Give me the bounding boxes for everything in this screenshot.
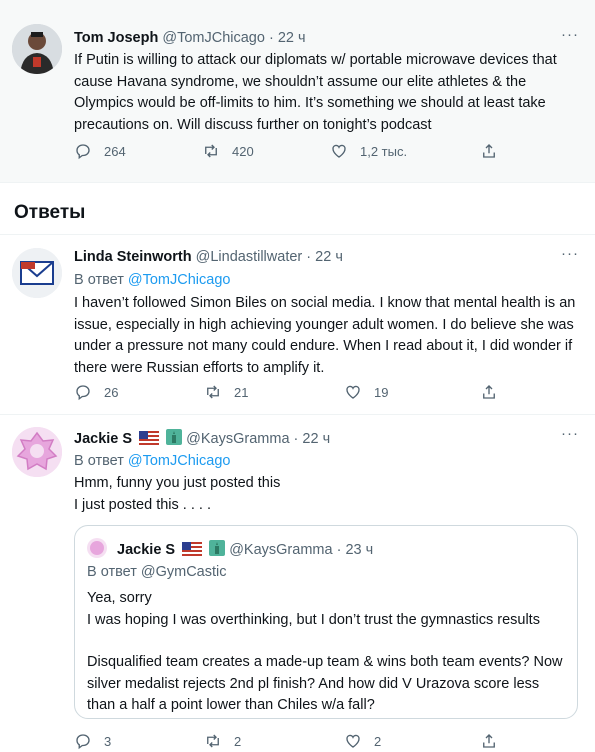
tweet-header: Linda Steinworth @Lindastillwater · 22 ч — [74, 249, 343, 265]
tweet-text: I haven’t followed Simon Biles on social… — [74, 295, 576, 376]
like-icon — [346, 385, 360, 399]
quoted-avatar — [87, 538, 107, 558]
reply-button[interactable]: 264 — [74, 142, 126, 160]
tweet-text: If Putin is willing to attack our diplom… — [74, 52, 557, 133]
quoted-tweet[interactable]: Jackie S @KaysGramma · 23 ч В ответ @Gym… — [74, 525, 578, 719]
us-flag-icon — [139, 431, 160, 445]
tweet-text: Hmm, funny you just posted this I just p… — [74, 473, 584, 516]
reply-button[interactable]: 3 — [74, 732, 111, 750]
reply-context: В ответ @TomJChicago — [74, 272, 230, 288]
tweet-text-line: I just posted this . . . . — [74, 496, 212, 513]
tweet-header: Jackie S @KaysGramma · 22 ч — [74, 429, 330, 447]
reply-prefix: В ответ — [74, 272, 124, 288]
reply-count: 264 — [104, 143, 126, 159]
quoted-text-line: I was hoping I was overthinking, but I d… — [87, 611, 540, 628]
avatar-jackie-s[interactable] — [12, 427, 62, 477]
reply-icon — [76, 144, 90, 160]
like-button[interactable]: 19 — [344, 383, 388, 401]
author-handle[interactable]: @KaysGramma — [186, 431, 289, 447]
reply-tweet[interactable]: Linda Steinworth @Lindastillwater · 22 ч… — [0, 235, 595, 414]
main-tweet[interactable]: Tom Joseph @TomJChicago · 22 ч ··· If Pu… — [0, 0, 595, 182]
separator-dot: · — [293, 431, 299, 447]
quoted-text-line: Disqualified team creates a made-up team… — [87, 654, 563, 713]
reply-tweet[interactable]: Jackie S @KaysGramma · 22 ч ··· В ответ … — [0, 415, 595, 750]
like-button[interactable]: 1,2 тыс. — [330, 142, 407, 160]
quoted-text-line: Yea, sorry — [87, 590, 152, 606]
retweet-icon — [205, 144, 217, 158]
share-button[interactable] — [480, 732, 510, 750]
more-icon[interactable]: ··· — [561, 245, 579, 262]
quoted-tweet-time: 23 ч — [345, 542, 374, 558]
statue-of-liberty-icon — [166, 429, 183, 445]
like-icon — [346, 734, 360, 748]
retweet-button[interactable]: 21 — [204, 383, 248, 401]
more-icon[interactable]: ··· — [561, 26, 579, 43]
more-icon[interactable]: ··· — [561, 425, 579, 442]
like-button[interactable]: 2 — [344, 732, 381, 750]
avatar-linda-steinworth[interactable] — [12, 248, 62, 298]
quoted-tweet-text: Yea, sorry I was hoping I was overthinki… — [87, 588, 567, 717]
reply-icon — [76, 385, 90, 401]
author-name[interactable]: Linda Steinworth — [74, 249, 192, 265]
author-name[interactable]: Tom Joseph — [74, 30, 158, 46]
quoted-author-handle: @KaysGramma — [229, 542, 333, 558]
like-count: 19 — [374, 384, 389, 400]
tweet-actions: 264 420 1,2 тыс. — [74, 142, 574, 162]
reply-count: 26 — [104, 384, 119, 400]
like-count: 2 — [374, 733, 382, 749]
statue-of-liberty-icon — [209, 540, 226, 556]
reply-to-handle[interactable]: @TomJChicago — [128, 272, 231, 288]
tweet-actions: 3 2 2 — [74, 732, 574, 752]
reply-context: В ответ @TomJChicago — [74, 453, 230, 469]
author-name[interactable]: Jackie S — [74, 431, 132, 447]
author-handle[interactable]: @Lindastillwater — [196, 249, 303, 265]
retweet-icon — [207, 385, 219, 399]
quoted-author-name: Jackie S — [117, 542, 176, 558]
reply-icon — [76, 734, 90, 750]
reply-count: 3 — [104, 733, 112, 749]
retweet-icon — [207, 734, 219, 748]
quoted-tweet-header: Jackie S @KaysGramma · 23 ч — [87, 538, 373, 558]
tweet-time[interactable]: 22 ч — [302, 431, 330, 447]
retweet-count: 21 — [234, 384, 249, 400]
share-icon — [483, 385, 495, 399]
reply-prefix: В ответ — [74, 453, 124, 469]
share-icon — [483, 144, 495, 158]
tweet-text-line: Hmm, funny you just posted this — [74, 475, 281, 491]
divider — [0, 182, 595, 183]
share-icon — [483, 734, 495, 748]
retweet-count: 420 — [232, 143, 254, 159]
vote-by-mail-icon — [12, 248, 62, 298]
person-photo-icon — [12, 24, 62, 74]
like-count: 1,2 тыс. — [360, 143, 408, 159]
badge-avatar-icon — [87, 538, 107, 558]
separator-dot: · — [268, 30, 274, 46]
us-flag-icon — [182, 542, 203, 556]
tweet-time[interactable]: 22 ч — [278, 30, 306, 46]
badge-avatar-icon — [12, 427, 62, 477]
retweet-count: 2 — [234, 733, 242, 749]
tweet-header: Tom Joseph @TomJChicago · 22 ч — [74, 30, 306, 46]
separator-dot: · — [336, 542, 342, 558]
retweet-button[interactable]: 2 — [204, 732, 241, 750]
reply-to-handle[interactable]: @TomJChicago — [128, 453, 231, 469]
author-handle[interactable]: @TomJChicago — [162, 30, 265, 46]
replies-section-title: Ответы — [14, 202, 86, 223]
tweet-time[interactable]: 22 ч — [315, 249, 343, 265]
quoted-reply-context: В ответ @GymCastic — [87, 564, 227, 580]
share-button[interactable] — [480, 142, 510, 160]
share-button[interactable] — [480, 383, 510, 401]
avatar-tom-joseph[interactable] — [12, 24, 62, 74]
separator-dot: · — [306, 249, 312, 265]
tweet-actions: 26 21 19 — [74, 383, 574, 403]
like-icon — [332, 144, 346, 158]
reply-button[interactable]: 26 — [74, 383, 118, 401]
retweet-button[interactable]: 420 — [202, 142, 254, 160]
